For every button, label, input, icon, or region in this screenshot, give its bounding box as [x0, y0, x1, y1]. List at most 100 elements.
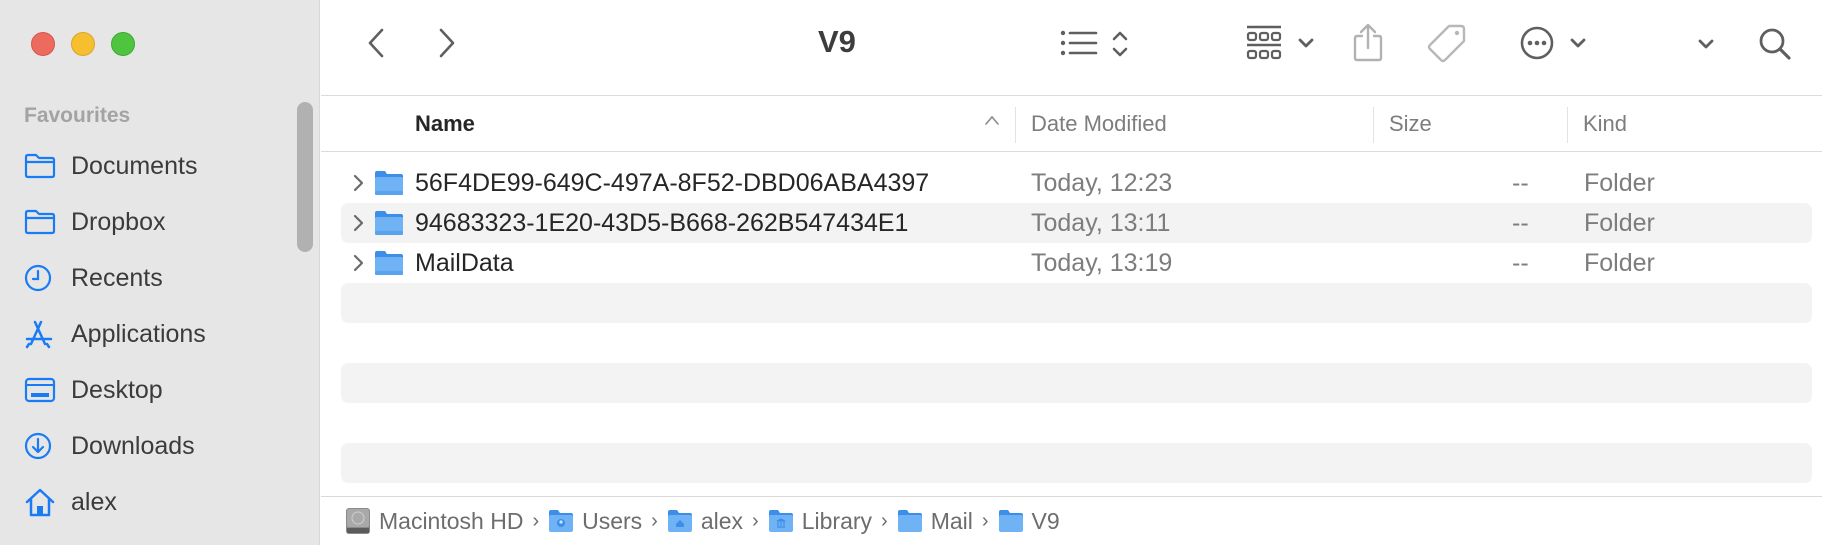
path-item-mail[interactable]: Mail [897, 508, 973, 535]
path-separator-icon: › [752, 509, 759, 532]
folder-icon [375, 251, 403, 275]
sidebar-item-label: Desktop [71, 375, 163, 404]
group-button[interactable] [1235, 22, 1325, 64]
folder-icon [24, 151, 58, 181]
sidebar-item-downloads[interactable]: Downloads [24, 426, 294, 466]
forward-button[interactable] [432, 24, 462, 62]
sidebar-item-label: Recents [71, 263, 163, 292]
disclosure-triangle-icon[interactable] [351, 173, 365, 193]
toolbar-overflow-button[interactable] [1691, 30, 1721, 58]
column-header-bar: Name Date Modified Size Kind [321, 97, 1822, 152]
path-separator-icon: › [881, 509, 888, 532]
file-row[interactable]: MailData Today, 13:19 -- Folder [341, 243, 1812, 283]
path-bar: Macintosh HD › Users › alex › Library › … [321, 496, 1822, 545]
path-item-label: Library [801, 507, 873, 534]
empty-row-stripe [341, 283, 1812, 323]
hard-drive-icon [345, 507, 371, 535]
sidebar-item-alex[interactable]: alex [24, 482, 294, 522]
file-size: -- [1512, 209, 1529, 237]
sidebar: Favourites Documents Dropbox Recents App… [0, 0, 320, 545]
column-divider[interactable] [1015, 107, 1016, 143]
applications-icon [24, 319, 58, 349]
sidebar-item-label: Applications [71, 319, 206, 348]
view-options-button[interactable] [1057, 24, 1133, 64]
action-menu-button[interactable] [1508, 22, 1598, 64]
sort-ascending-icon [985, 115, 999, 125]
column-header-date-modified[interactable]: Date Modified [1031, 111, 1167, 137]
sidebar-item-applications[interactable]: Applications [24, 314, 294, 354]
column-header-name[interactable]: Name [415, 111, 475, 137]
path-item-macintosh-hd[interactable]: Macintosh HD [345, 507, 523, 535]
ellipsis-circle-icon [1520, 26, 1554, 60]
path-item-alex[interactable]: alex [667, 508, 743, 535]
minimize-button[interactable] [71, 32, 95, 56]
disclosure-triangle-icon[interactable] [351, 213, 365, 233]
chevron-down-icon [1570, 38, 1586, 48]
empty-row-stripe [341, 363, 1812, 403]
desktop-icon [24, 375, 58, 405]
path-item-label: Users [582, 507, 643, 534]
home-folder-icon [667, 509, 693, 533]
file-row[interactable]: 94683323-1E20-43D5-B668-262B547434E1 Tod… [341, 203, 1812, 243]
share-icon [1353, 23, 1383, 62]
sidebar-item-desktop[interactable]: Desktop [24, 370, 294, 410]
folder-icon [375, 171, 403, 195]
close-button[interactable] [31, 32, 55, 56]
folder-icon [897, 509, 923, 533]
file-row[interactable]: 56F4DE99-649C-497A-8F52-DBD06ABA4397 Tod… [341, 163, 1812, 203]
file-size: -- [1512, 169, 1529, 197]
share-button[interactable] [1348, 20, 1388, 64]
sidebar-item-label: Documents [71, 151, 198, 180]
path-item-library[interactable]: Library [768, 508, 872, 535]
tag-icon [1427, 24, 1466, 63]
file-date: Today, 13:11 [1031, 209, 1171, 237]
path-separator-icon: › [651, 509, 658, 532]
tag-button[interactable] [1425, 20, 1469, 66]
path-separator-icon: › [981, 509, 989, 532]
toolbar: V9 [321, 0, 1822, 96]
column-header-size[interactable]: Size [1389, 111, 1432, 137]
sidebar-item-documents[interactable]: Documents [24, 146, 294, 186]
sidebar-item-label: alex [71, 487, 117, 516]
folder-icon [24, 207, 58, 237]
column-divider[interactable] [1567, 107, 1568, 143]
file-kind: Folder [1584, 209, 1655, 237]
home-icon [24, 487, 58, 517]
file-date: Today, 13:19 [1031, 249, 1173, 277]
file-kind: Folder [1584, 169, 1655, 197]
file-list: 56F4DE99-649C-497A-8F52-DBD06ABA4397 Tod… [321, 153, 1822, 495]
search-button[interactable] [1753, 22, 1797, 66]
path-item-label: Mail [930, 507, 973, 534]
download-icon [24, 431, 58, 461]
column-divider[interactable] [1373, 107, 1374, 143]
users-folder-icon [548, 509, 574, 533]
folder-icon [998, 509, 1024, 533]
file-name: 56F4DE99-649C-497A-8F52-DBD06ABA4397 [415, 169, 930, 197]
chevron-down-icon [1298, 38, 1314, 48]
library-folder-icon [768, 509, 794, 533]
sidebar-item-dropbox[interactable]: Dropbox [24, 202, 294, 242]
back-button[interactable] [361, 24, 391, 62]
sidebar-item-label: Dropbox [71, 207, 166, 236]
sidebar-item-recents[interactable]: Recents [24, 258, 294, 298]
file-kind: Folder [1584, 249, 1655, 277]
path-item-v9[interactable]: V9 [998, 508, 1060, 535]
updown-chevron-icon [1112, 31, 1128, 57]
grid-group-icon [1246, 25, 1282, 60]
sidebar-scrollbar[interactable] [297, 102, 313, 252]
clock-icon [24, 263, 58, 293]
file-name: 94683323-1E20-43D5-B668-262B547434E1 [415, 209, 909, 237]
disclosure-triangle-icon[interactable] [351, 253, 365, 273]
column-header-kind[interactable]: Kind [1583, 111, 1627, 137]
folder-icon [375, 211, 403, 235]
list-view-icon [1060, 30, 1098, 56]
path-item-label: alex [700, 507, 744, 534]
chevron-down-icon [1698, 39, 1714, 49]
file-size: -- [1512, 249, 1529, 277]
sidebar-section-favourites: Favourites [24, 104, 131, 127]
zoom-button[interactable] [111, 32, 135, 56]
chevron-right-icon [439, 28, 455, 58]
path-item-label: Macintosh HD [379, 507, 524, 534]
path-item-users[interactable]: Users [548, 508, 642, 535]
path-item-label: V9 [1031, 507, 1060, 534]
